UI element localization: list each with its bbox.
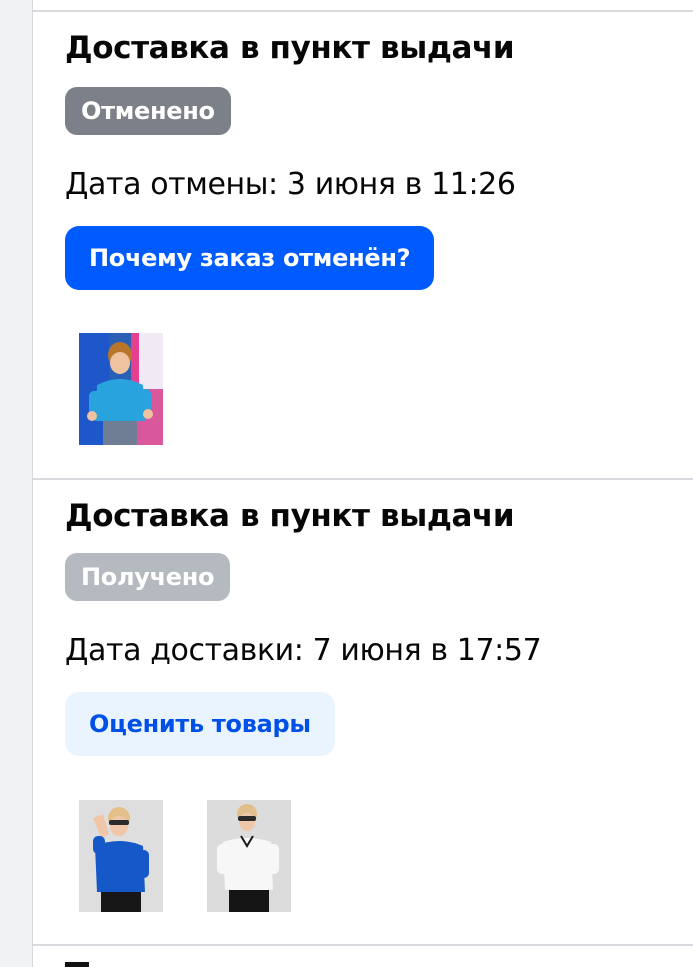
delivery-date: Дата доставки: 7 июня в 17:57 — [65, 633, 542, 668]
boy-blue-polo-photo — [79, 800, 163, 912]
boy-light-blue-polo-photo — [79, 333, 163, 445]
next-order-title-peek — [65, 962, 89, 967]
order-card-cancelled[interactable]: Доставка в пункт выдачи Отменено Дата от… — [33, 12, 693, 478]
product-thumbnail[interactable] — [79, 800, 163, 912]
cancel-date: Дата отмены: 3 июня в 11:26 — [65, 167, 516, 202]
product-thumbnail[interactable] — [79, 333, 163, 445]
order-card-received[interactable]: Доставка в пункт выдачи Получено Дата до… — [33, 480, 693, 944]
boy-white-polo-photo — [207, 800, 291, 912]
order-delivery-title: Доставка в пункт выдачи — [65, 30, 515, 66]
orders-feed: Доставка в пункт выдачи Отменено Дата от… — [32, 0, 693, 967]
status-badge-received: Получено — [65, 553, 231, 601]
order-divider — [33, 944, 693, 946]
why-cancelled-button[interactable]: Почему заказ отменён? — [65, 226, 435, 290]
status-badge-cancelled: Отменено — [65, 87, 231, 135]
order-delivery-title: Доставка в пункт выдачи — [65, 498, 515, 534]
rate-products-button[interactable]: Оценить товары — [65, 692, 335, 756]
product-thumbnail[interactable] — [207, 800, 291, 912]
